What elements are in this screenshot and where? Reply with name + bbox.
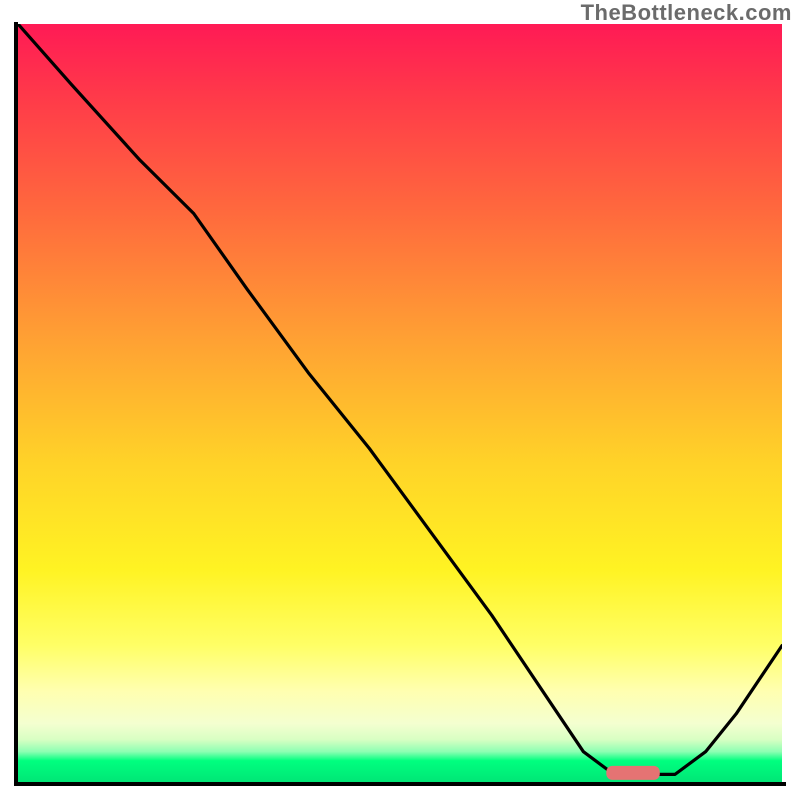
- curve-layer: [18, 24, 782, 782]
- optimal-range-marker: [606, 766, 660, 780]
- bottleneck-curve: [18, 24, 782, 774]
- bottleneck-chart: TheBottleneck.com: [0, 0, 800, 800]
- y-axis-line: [14, 22, 18, 784]
- watermark-text: TheBottleneck.com: [581, 0, 792, 26]
- x-axis-line: [14, 782, 786, 786]
